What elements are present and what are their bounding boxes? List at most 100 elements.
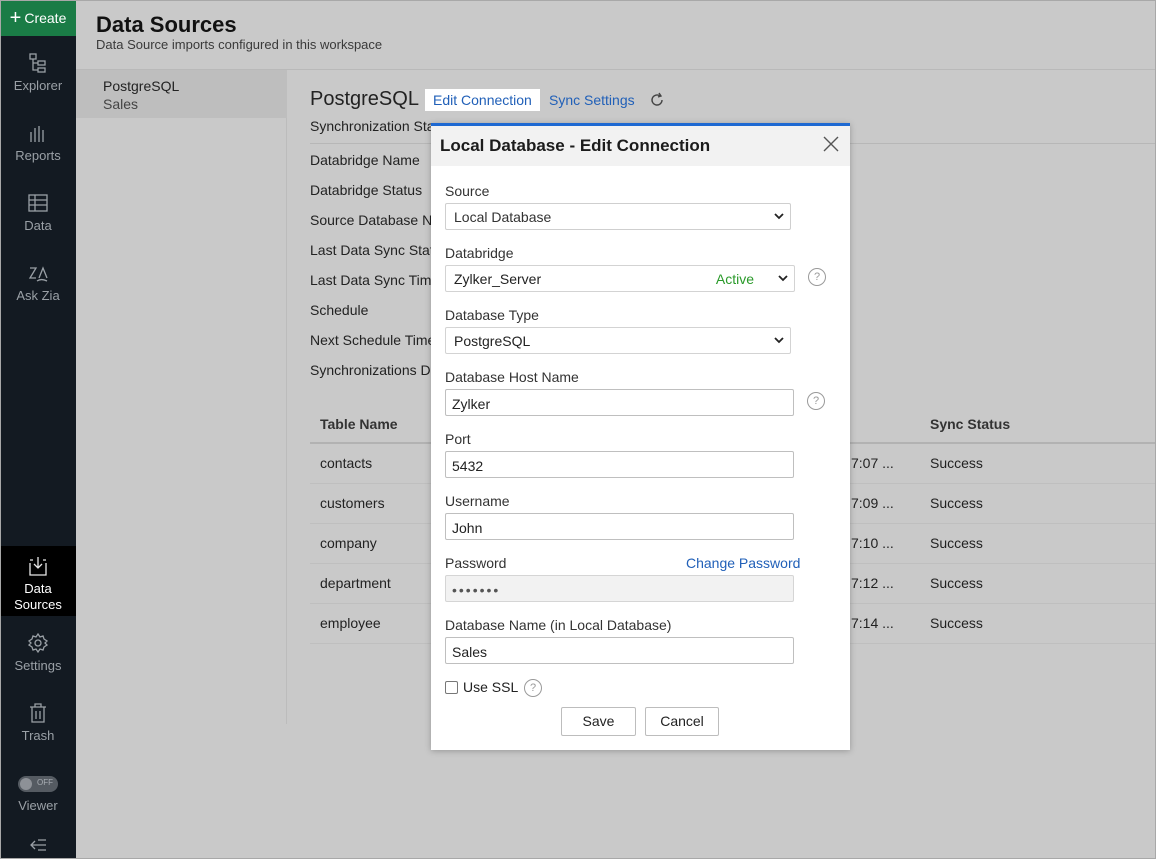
- row-table-name: customers: [320, 495, 385, 511]
- page-header: Data Sources Data Source imports configu…: [76, 0, 1156, 70]
- username-input[interactable]: John: [445, 513, 794, 540]
- row-table-name: contacts: [320, 455, 373, 471]
- row-sync-status: Success: [930, 615, 983, 631]
- source-label: Source: [445, 183, 490, 199]
- viewer-toggle[interactable]: OFF: [18, 776, 58, 792]
- row-sync-status: Success: [930, 575, 983, 591]
- nav-trash[interactable]: Trash: [0, 702, 76, 743]
- prop-schedule: Schedule: [310, 302, 369, 318]
- refresh-icon[interactable]: [649, 92, 665, 108]
- page-subtitle: Data Source imports configured in this w…: [96, 37, 383, 52]
- data-icon: [28, 194, 48, 212]
- settings-icon: [27, 632, 49, 654]
- cancel-button[interactable]: Cancel: [645, 707, 719, 736]
- row-sync-status: Success: [930, 495, 983, 511]
- explorer-icon: [29, 53, 46, 73]
- prop-databridge-name: Databridge Name: [310, 152, 420, 168]
- host-name-label: Database Host Name: [445, 369, 579, 385]
- column-sync-status: Sync Status: [930, 416, 1011, 432]
- password-input: •••••••: [445, 575, 794, 602]
- tab-edit-connection[interactable]: Edit Connection: [425, 89, 540, 111]
- ssl-help-icon[interactable]: ?: [524, 679, 542, 697]
- nav-viewer[interactable]: OFF Viewer: [0, 776, 76, 813]
- username-label: Username: [445, 493, 510, 509]
- left-nav: + Create Explorer Reports Data Ask Zia D…: [0, 0, 76, 859]
- database-name-label: Database Name (in Local Database): [445, 617, 672, 633]
- close-icon[interactable]: [822, 135, 840, 153]
- host-name-help-icon[interactable]: ?: [807, 392, 825, 410]
- nav-settings[interactable]: Settings: [0, 632, 76, 673]
- prop-sync-status: Synchronization Sta: [310, 118, 435, 134]
- toggle-knob: [20, 778, 32, 790]
- create-button[interactable]: + Create: [0, 0, 76, 36]
- trash-icon: [30, 703, 46, 723]
- column-table-name: Table Name: [320, 416, 398, 432]
- database-name-input[interactable]: Sales: [445, 637, 794, 664]
- row-sync-time: 7:12 ...: [851, 575, 894, 591]
- dialog-title: Local Database - Edit Connection: [440, 136, 711, 155]
- databridge-status: Active: [715, 271, 754, 287]
- nav-data-label: Data: [24, 218, 52, 233]
- nav-data[interactable]: Data: [0, 192, 76, 233]
- nav-viewer-label: Viewer: [18, 798, 58, 813]
- nav-explorer-label: Explorer: [13, 78, 63, 93]
- prop-last-sync-status: Last Data Sync Statu: [310, 242, 442, 258]
- nav-reports[interactable]: Reports: [0, 122, 76, 163]
- prop-databridge-status: Databridge Status: [310, 182, 423, 198]
- row-sync-time: 7:07 ...: [851, 455, 894, 471]
- source-list: PostgreSQL Sales: [76, 70, 287, 724]
- row-sync-status: Success: [930, 535, 983, 551]
- source-select-value: Local Database: [454, 209, 552, 225]
- database-type-value: PostgreSQL: [454, 333, 531, 349]
- row-sync-time: 7:09 ...: [851, 495, 894, 511]
- page-title: Data Sources: [96, 12, 237, 37]
- save-button[interactable]: Save: [561, 707, 636, 736]
- source-workspace: Sales: [103, 96, 139, 112]
- prop-source-database: Source Database Na: [310, 212, 440, 228]
- database-type-select[interactable]: PostgreSQL: [445, 327, 791, 354]
- nav-reports-label: Reports: [15, 148, 61, 163]
- prop-sync-details: Synchronizations De: [310, 362, 439, 378]
- source-list-item[interactable]: PostgreSQL Sales: [76, 70, 287, 118]
- source-select[interactable]: Local Database: [445, 203, 791, 230]
- row-sync-time: 7:10 ...: [851, 535, 894, 551]
- ask-zia-icon: [28, 266, 48, 282]
- use-ssl-checkbox[interactable]: [445, 681, 458, 694]
- nav-trash-label: Trash: [21, 728, 55, 743]
- nav-ask-zia-label: Ask Zia: [16, 288, 60, 303]
- nav-ask-zia[interactable]: Ask Zia: [0, 262, 76, 303]
- nav-data-sources-label-2: Sources: [14, 597, 62, 612]
- databridge-label: Databridge: [445, 245, 514, 261]
- detail-title: PostgreSQL: [310, 88, 419, 110]
- databridge-select[interactable]: Zylker_Server Active: [445, 265, 795, 292]
- row-sync-time: 7:14 ...: [851, 615, 894, 631]
- source-name: PostgreSQL: [103, 78, 180, 94]
- data-sources-icon: [29, 557, 47, 576]
- chevron-down-icon: [774, 213, 784, 220]
- create-label: Create: [24, 10, 67, 26]
- dialog-header: Local Database - Edit Connection: [431, 126, 850, 166]
- prop-last-sync-time: Last Data Sync Time: [310, 272, 440, 288]
- change-password-link[interactable]: Change Password: [686, 555, 800, 571]
- chevron-down-icon: [778, 275, 788, 282]
- nav-data-sources[interactable]: Data Sources: [0, 546, 76, 616]
- row-sync-status: Success: [930, 455, 983, 471]
- row-table-name: department: [320, 575, 391, 591]
- nav-settings-label: Settings: [14, 658, 62, 673]
- toggle-text: OFF: [37, 778, 53, 787]
- reports-icon: [30, 126, 44, 142]
- databridge-help-icon[interactable]: ?: [808, 268, 826, 286]
- row-table-name: employee: [320, 615, 381, 631]
- port-input[interactable]: 5432: [445, 451, 794, 478]
- plus-icon: +: [9, 7, 22, 29]
- databridge-select-value: Zylker_Server: [454, 271, 542, 287]
- tab-sync-settings[interactable]: Sync Settings: [541, 89, 643, 111]
- port-label: Port: [445, 431, 471, 447]
- nav-explorer[interactable]: Explorer: [0, 52, 76, 93]
- nav-data-sources-label-1: Data: [24, 581, 52, 596]
- password-label: Password: [445, 555, 507, 571]
- collapse-icon: [30, 839, 46, 851]
- host-name-input[interactable]: Zylker: [445, 389, 794, 416]
- collapse-nav-button[interactable]: [0, 834, 76, 859]
- edit-connection-dialog: Local Database - Edit Connection Source …: [431, 123, 850, 750]
